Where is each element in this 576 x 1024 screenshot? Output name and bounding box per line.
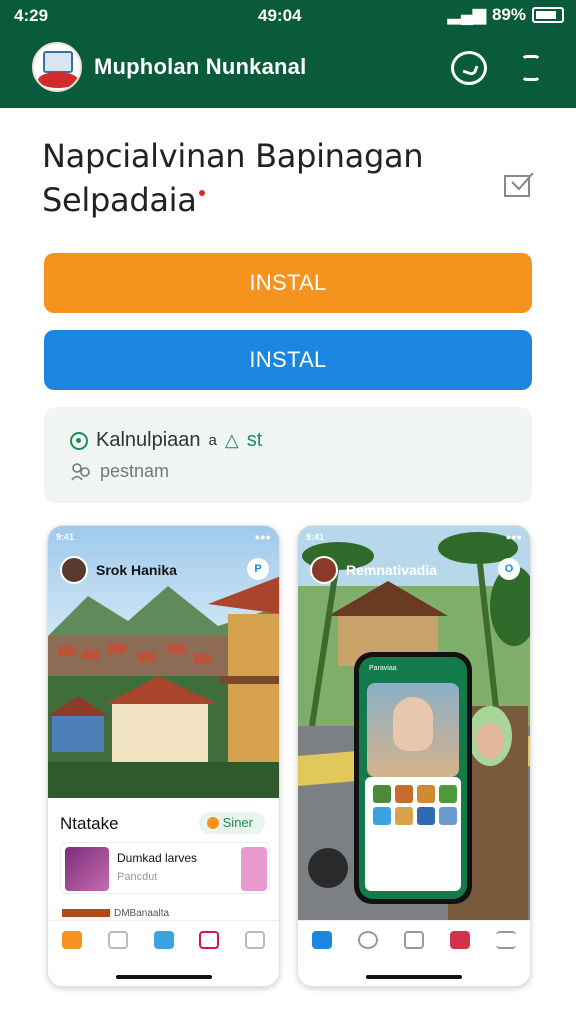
list-title: Dumkad larves bbox=[117, 851, 198, 865]
people-icon bbox=[71, 462, 90, 480]
screenshot-2[interactable]: 9:41 ●●● Remnativadia O Paraviaa bbox=[297, 525, 531, 987]
badge: O bbox=[498, 558, 520, 580]
app-icon bbox=[153, 931, 174, 949]
home-icon bbox=[312, 931, 332, 949]
nav-favorites[interactable] bbox=[442, 931, 478, 952]
nav-center[interactable] bbox=[396, 931, 432, 952]
list-thumbnail bbox=[65, 847, 109, 891]
avatar bbox=[310, 556, 338, 584]
signal-icon: ▂▄▆ bbox=[447, 5, 486, 24]
status-center-time: 49:04 bbox=[258, 6, 302, 25]
filter-pill[interactable]: Siner bbox=[198, 812, 265, 834]
home-indicator bbox=[115, 975, 212, 979]
nav-home[interactable] bbox=[54, 931, 90, 952]
battery-icon bbox=[532, 7, 564, 23]
status-time: 4:29 bbox=[14, 6, 49, 25]
chat-icon[interactable] bbox=[448, 47, 490, 89]
install-button-secondary[interactable]: INSTAL bbox=[44, 330, 532, 390]
nav-favorites[interactable] bbox=[191, 931, 227, 952]
badge: P bbox=[247, 558, 269, 580]
bottom-nav bbox=[48, 920, 279, 986]
info-row-2: pestnam bbox=[70, 461, 169, 482]
heart-icon bbox=[199, 931, 220, 949]
info-row-1-text: Kalnulpiaan bbox=[96, 429, 201, 451]
search-icon bbox=[358, 931, 378, 949]
app-logo[interactable] bbox=[32, 42, 82, 92]
menu-icon bbox=[496, 931, 516, 949]
profile-name: Srok Hanika bbox=[96, 562, 177, 578]
battery-text: 89% bbox=[491, 5, 526, 24]
phone-card bbox=[365, 777, 461, 891]
profile-name: Remnativadia bbox=[346, 562, 438, 578]
list-thumbnail-2 bbox=[241, 847, 267, 891]
warning-icon: △ bbox=[224, 430, 239, 450]
nav-home[interactable] bbox=[304, 931, 340, 952]
nav-center[interactable] bbox=[146, 931, 182, 952]
page-title: Napcialvinan Bapinagan Selpadaia bbox=[42, 134, 482, 222]
app-name: Mupholan Nunkanal bbox=[94, 54, 307, 79]
list-item[interactable]: Dumkad larves Pancdut bbox=[60, 842, 270, 894]
home-indicator bbox=[366, 975, 462, 979]
street-photo: 9:41 ●●● Remnativadia O Paraviaa bbox=[298, 526, 530, 922]
nav-search[interactable] bbox=[350, 931, 386, 952]
list-thumbnail-3 bbox=[62, 909, 110, 917]
info-row-1-suffix: a bbox=[208, 432, 217, 449]
settings-icon bbox=[245, 931, 265, 949]
info-card: Kalnulpiaan a △ st pestnam bbox=[44, 407, 532, 503]
app-header: Mupholan Nunkanal bbox=[0, 38, 576, 100]
avatar bbox=[60, 556, 88, 584]
mini-status: 9:41 ●●● bbox=[56, 532, 271, 542]
nav-menu[interactable] bbox=[488, 931, 524, 952]
mini-status: 9:41 ●●● bbox=[306, 532, 522, 542]
phone-photo bbox=[367, 683, 459, 777]
page-title-line2: Selpadaia bbox=[42, 181, 197, 219]
screenshot-1[interactable]: 9:41 ●●● Srok Hanika P Ntatake Siner Dumk… bbox=[47, 525, 280, 987]
section-title: Ntatake bbox=[60, 814, 119, 833]
page-title-line1: Napcialvinan Bapinagan bbox=[42, 137, 424, 175]
phone-header: Paraviaa bbox=[369, 665, 397, 672]
info-row-1: Kalnulpiaan a △ st bbox=[70, 429, 262, 452]
nav-settings[interactable] bbox=[237, 931, 273, 952]
status-right: ▂▄▆ 89% bbox=[448, 5, 564, 25]
home-icon bbox=[62, 931, 82, 949]
top-bar: 4:29 49:04 ▂▄▆ 89% Mupholan Nunkanal bbox=[0, 0, 576, 108]
list-subtitle: Pancdut bbox=[117, 871, 158, 883]
install-button-primary[interactable]: INSTAL bbox=[44, 253, 532, 313]
status-bar: 4:29 49:04 ▂▄▆ 89% bbox=[0, 0, 576, 32]
app-icon bbox=[404, 931, 424, 949]
village-photo: 9:41 ●●● Srok Hanika P bbox=[48, 526, 279, 798]
info-row-1-tag: st bbox=[246, 429, 263, 451]
clock-icon bbox=[70, 431, 88, 450]
bottom-nav bbox=[298, 920, 530, 986]
list-next: DMBanaalta bbox=[114, 908, 170, 919]
nav-chat[interactable] bbox=[100, 931, 136, 952]
heart-icon bbox=[450, 931, 470, 949]
menu-icon[interactable] bbox=[510, 47, 552, 89]
phone-mockup: Paraviaa bbox=[354, 652, 472, 904]
chat-icon bbox=[107, 931, 128, 949]
edit-icon[interactable] bbox=[502, 170, 536, 200]
app-store-screen: { "status_bar": {"time": "4:29", "center… bbox=[0, 0, 576, 1024]
new-indicator bbox=[198, 190, 205, 196]
info-row-2-text: pestnam bbox=[100, 461, 170, 481]
